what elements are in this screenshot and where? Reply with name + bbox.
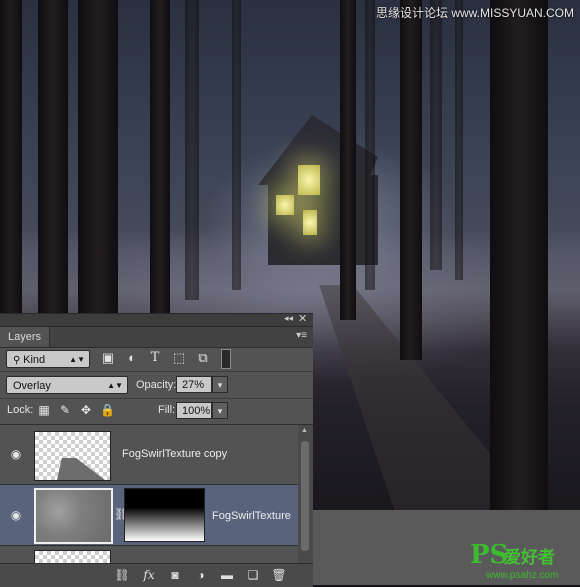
logo-ps: PS bbox=[470, 540, 509, 570]
layers-panel: ◂◂ ✕ Layers ▾≡ ⚲ Kind ▲▼ ▣ ◐ T ⬚ ⧉ Overl… bbox=[0, 312, 313, 587]
opacity-input[interactable]: 27% bbox=[176, 376, 212, 393]
close-icon[interactable]: ✕ bbox=[298, 312, 307, 325]
kind-filter-dropdown[interactable]: ⚲ Kind ▲▼ bbox=[6, 350, 90, 368]
smart-object-filter-icon[interactable]: ⧉ bbox=[195, 350, 211, 366]
lock-position-icon[interactable]: ✥ bbox=[79, 403, 93, 417]
link-layers-icon[interactable]: ⛓ bbox=[114, 567, 130, 583]
tree-trunk bbox=[0, 0, 22, 320]
layer-thumbnail bbox=[34, 488, 113, 544]
lock-image-pixels-icon[interactable]: ✎ bbox=[58, 403, 72, 417]
tree-trunk bbox=[150, 0, 170, 320]
tree-trunk bbox=[78, 0, 118, 320]
fill-input[interactable]: 100% bbox=[176, 402, 212, 419]
tree-trunk bbox=[455, 0, 463, 280]
search-icon: ⚲ bbox=[13, 355, 24, 366]
logo-chinese: 爱好者 bbox=[504, 548, 555, 567]
tree-trunk bbox=[365, 0, 375, 290]
panel-title-bar[interactable]: ◂◂ ✕ bbox=[0, 312, 313, 327]
new-group-icon[interactable]: ▬ bbox=[219, 567, 235, 583]
image-filter-icon[interactable]: ▣ bbox=[100, 350, 116, 366]
layer-thumbnail bbox=[34, 431, 111, 481]
layer-row-selected[interactable]: ◉ ⛓ FogSwirlTexture bbox=[0, 485, 298, 546]
scrollbar-thumb[interactable] bbox=[301, 441, 309, 551]
tree-trunk bbox=[400, 0, 422, 360]
tree-trunk bbox=[490, 0, 548, 510]
watermark-text: 思缘设计论坛 www.MISSYUAN.COM bbox=[375, 6, 574, 20]
tab-layers[interactable]: Layers bbox=[0, 327, 51, 347]
house-window bbox=[298, 165, 320, 195]
blend-mode-value: Overlay bbox=[13, 380, 51, 392]
panel-bottom-toolbar: ⛓ fx ◙ ◑ ▬ ❏ 🗑 bbox=[0, 563, 313, 587]
layer-list[interactable]: ◉ FogSwirlTexture copy ◉ ⛓ FogSwirlTextu… bbox=[0, 425, 298, 563]
layer-name[interactable]: FogSwirlTexture copy bbox=[122, 448, 227, 460]
layer-list-scrollbar[interactable]: ▲ bbox=[298, 425, 313, 563]
panel-menu-icon[interactable]: ▾≡ bbox=[296, 330, 307, 341]
opacity-label: Opacity: bbox=[136, 379, 177, 391]
fill-slider-toggle[interactable]: ▾ bbox=[212, 402, 228, 419]
haunted-house bbox=[258, 115, 408, 275]
type-filter-icon[interactable]: T bbox=[147, 350, 163, 366]
layer-name[interactable]: FogSwirlTexture bbox=[212, 510, 291, 522]
opacity-slider-toggle[interactable]: ▾ bbox=[212, 376, 228, 393]
house-window bbox=[276, 195, 294, 215]
house-window bbox=[303, 210, 317, 235]
kind-filter-label: Kind bbox=[23, 354, 46, 366]
panel-tab-row: Layers ▾≡ bbox=[0, 327, 313, 348]
blend-row: Overlay ▲▼ Opacity: 27% ▾ bbox=[0, 371, 313, 399]
add-mask-icon[interactable]: ◙ bbox=[167, 567, 183, 583]
logo-url: www.psahz.com bbox=[486, 570, 559, 581]
collapse-panel-icon[interactable]: ◂◂ bbox=[284, 313, 293, 324]
lock-all-icon[interactable]: 🔒 bbox=[100, 403, 115, 417]
tree-trunk bbox=[340, 0, 356, 320]
lock-row: Lock: ▦ ✎ ✥ 🔒 Fill: 100% ▾ bbox=[0, 398, 313, 425]
tree-trunk bbox=[232, 0, 241, 290]
fx-icon[interactable]: fx bbox=[141, 567, 157, 583]
tree-trunk bbox=[185, 0, 199, 300]
layer-mask-thumbnail[interactable] bbox=[124, 488, 205, 542]
blend-mode-dropdown[interactable]: Overlay ▲▼ bbox=[6, 376, 128, 394]
new-adjustment-layer-icon[interactable]: ◑ bbox=[193, 567, 209, 583]
scroll-up-icon[interactable]: ▲ bbox=[301, 427, 308, 434]
layer-thumbnail bbox=[34, 550, 111, 563]
tree-trunk bbox=[38, 0, 68, 320]
thumbnail-shape bbox=[57, 458, 105, 480]
site-logo: PS 爱好者 www.psahz.com bbox=[470, 540, 578, 584]
lock-transparent-pixels-icon[interactable]: ▦ bbox=[37, 403, 51, 417]
visibility-eye-icon[interactable]: ◉ bbox=[8, 508, 24, 522]
layer-row[interactable] bbox=[0, 546, 298, 563]
filter-toggle-switch[interactable] bbox=[221, 349, 231, 369]
house-wall bbox=[268, 175, 378, 265]
shape-filter-icon[interactable]: ⬚ bbox=[171, 350, 187, 366]
fill-label: Fill: bbox=[158, 404, 176, 416]
new-layer-icon[interactable]: ❏ bbox=[245, 567, 261, 583]
lock-label: Lock: bbox=[7, 404, 34, 416]
layer-filter-row: ⚲ Kind ▲▼ ▣ ◐ T ⬚ ⧉ bbox=[0, 347, 313, 372]
delete-layer-icon[interactable]: 🗑 bbox=[271, 567, 287, 583]
adjustment-filter-icon[interactable]: ◐ bbox=[124, 350, 140, 366]
chevron-updown-icon: ▲▼ bbox=[107, 381, 123, 390]
tree-trunk bbox=[430, 0, 442, 270]
chevron-updown-icon: ▲▼ bbox=[69, 355, 85, 364]
layer-row[interactable]: ◉ FogSwirlTexture copy bbox=[0, 425, 298, 485]
visibility-eye-icon[interactable]: ◉ bbox=[8, 447, 24, 461]
